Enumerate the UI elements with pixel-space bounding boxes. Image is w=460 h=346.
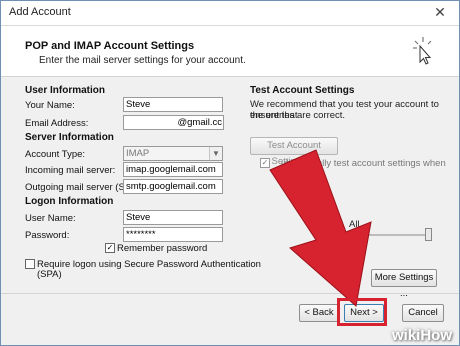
red-arrow-overlay <box>269 149 372 307</box>
wikihow-watermark: wikiHow <box>391 327 452 344</box>
next-button-highlight <box>337 298 387 326</box>
